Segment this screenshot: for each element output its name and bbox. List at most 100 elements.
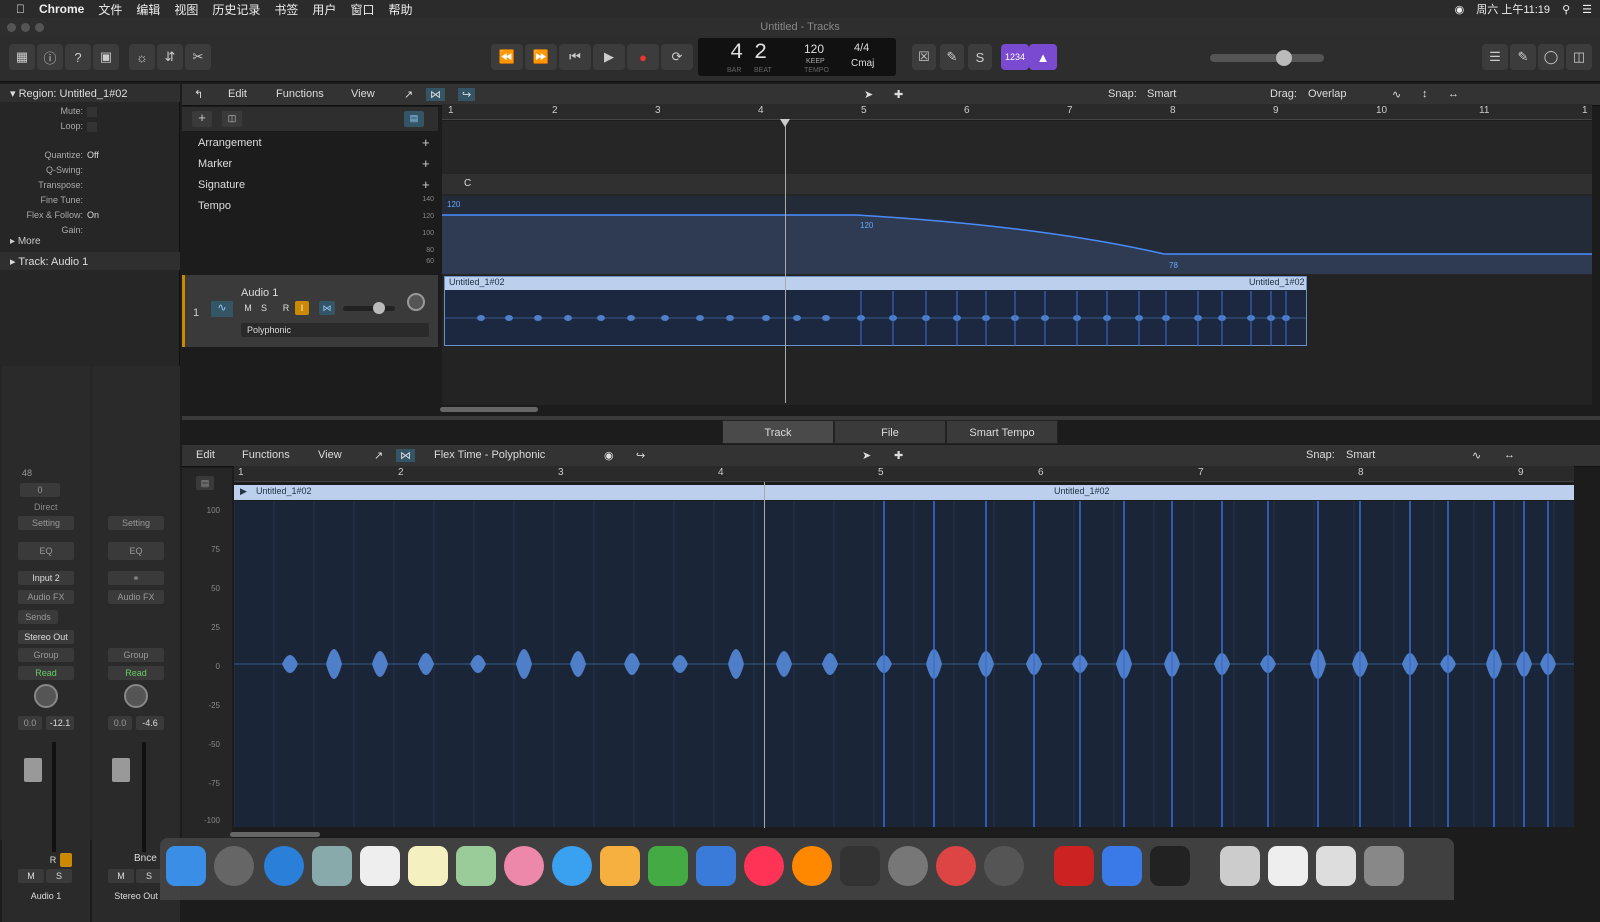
- rewind-button[interactable]: ⏪: [491, 44, 523, 70]
- inspector-row-finetune[interactable]: Fine Tune:: [0, 195, 180, 209]
- add-marker-icon[interactable]: +: [422, 156, 430, 171]
- browser-button[interactable]: ◫: [1566, 44, 1592, 70]
- region-header[interactable]: ▾ Region: Untitled_1#02: [0, 84, 180, 102]
- app-store-icon[interactable]: [552, 846, 592, 886]
- toolbar-button[interactable]: ▣: [93, 44, 119, 70]
- audio-fx-button[interactable]: Audio FX: [18, 590, 74, 604]
- flex-time-select[interactable]: Flex Time - Polyphonic: [434, 449, 545, 461]
- mail-icon[interactable]: [312, 846, 352, 886]
- menu-file[interactable]: 文件: [98, 1, 122, 18]
- menu-bookmarks[interactable]: 书签: [274, 1, 298, 18]
- track-record-button[interactable]: R: [279, 301, 293, 315]
- group-button-2[interactable]: Group: [108, 648, 164, 662]
- volume-fader[interactable]: [24, 758, 42, 782]
- editor-functions-menu[interactable]: Functions: [242, 449, 290, 461]
- editor-region-play-icon[interactable]: ▶: [240, 486, 247, 497]
- global-tracks-icon[interactable]: ▤: [404, 111, 424, 127]
- editor-divider[interactable]: [182, 416, 1600, 420]
- go-to-start-button[interactable]: ⏮: [559, 44, 591, 70]
- editor-waveform[interactable]: [234, 501, 1574, 827]
- automation-read-button[interactable]: Read: [18, 666, 74, 680]
- menu-view[interactable]: 视图: [174, 1, 198, 18]
- waveform-zoom-icon[interactable]: ∿: [1392, 88, 1401, 101]
- catch-icon[interactable]: ↪: [458, 88, 476, 101]
- pan-knob-2[interactable]: [124, 684, 148, 708]
- playhead-editor[interactable]: [764, 482, 765, 828]
- snap-select[interactable]: Smart: [1147, 88, 1176, 100]
- pan-knob[interactable]: [34, 684, 58, 708]
- flex-mode-select[interactable]: Polyphonic: [241, 323, 429, 337]
- loops-button[interactable]: ◯: [1538, 44, 1564, 70]
- pages-icon[interactable]: [600, 846, 640, 886]
- eq-button-2[interactable]: EQ: [108, 542, 164, 560]
- tracks-functions-menu[interactable]: Functions: [276, 88, 324, 100]
- edit-pencil-button[interactable]: ✎: [940, 44, 964, 70]
- record-button[interactable]: ●: [627, 44, 659, 70]
- keynote-icon[interactable]: [696, 846, 736, 886]
- tracks-ruler[interactable]: 1 2 3 4 5 6 7 8 9 10 11 1: [442, 104, 1592, 120]
- chrome-doc-icon[interactable]: [1316, 846, 1356, 886]
- numbers-icon[interactable]: [648, 846, 688, 886]
- signature-lane[interactable]: C: [442, 174, 1592, 194]
- chrome-icon[interactable]: [936, 846, 976, 886]
- marquee-tool-icon[interactable]: ✚: [894, 88, 903, 101]
- track-volume-knob[interactable]: [373, 302, 385, 314]
- editor-snap-select[interactable]: Smart: [1346, 449, 1375, 461]
- eq-button[interactable]: EQ: [18, 542, 74, 560]
- disclosure-icon[interactable]: ▾: [10, 88, 19, 100]
- zoom-button[interactable]: [35, 23, 44, 32]
- more-disclosure[interactable]: ▸ More: [10, 236, 41, 247]
- editor-region-header[interactable]: ▶ Untitled_1#02 Untitled_1#02: [234, 485, 1574, 500]
- mute-button-2[interactable]: M: [108, 869, 134, 883]
- mixer-button[interactable]: ⇵: [157, 44, 183, 70]
- bounce-button[interactable]: Bnce: [134, 853, 157, 864]
- editor-edit-menu[interactable]: Edit: [196, 449, 215, 461]
- wifi-icon[interactable]: ◉: [1455, 3, 1465, 16]
- tempo-curve[interactable]: [442, 196, 1592, 274]
- cycle-button[interactable]: ⟳: [661, 44, 693, 70]
- editor-region-icon[interactable]: ▤: [196, 476, 214, 490]
- metronome-icon[interactable]: ▲: [1029, 44, 1057, 70]
- track-name[interactable]: Audio 1: [241, 287, 278, 299]
- master-volume-knob[interactable]: [1276, 50, 1292, 66]
- track-pan-knob[interactable]: [407, 293, 425, 311]
- add-track-button[interactable]: +: [192, 111, 212, 127]
- input-monitor-button[interactable]: [60, 853, 72, 867]
- menu-edit[interactable]: 编辑: [136, 1, 160, 18]
- editor-ruler[interactable]: 1 2 3 4 5 6 7 8 9: [234, 466, 1574, 482]
- tempo-point-1[interactable]: 120: [447, 200, 460, 209]
- library-button[interactable]: ▦: [9, 44, 35, 70]
- clock[interactable]: 周六 上午11:19: [1476, 1, 1550, 17]
- maps-icon[interactable]: [456, 846, 496, 886]
- strip-val0[interactable]: 0: [20, 483, 60, 497]
- books-icon[interactable]: [792, 846, 832, 886]
- play-button[interactable]: ▶: [593, 44, 625, 70]
- global-arrangement[interactable]: Arrangement: [182, 133, 438, 153]
- calendar-icon[interactable]: [360, 846, 400, 886]
- track-volume-slider[interactable]: [343, 302, 395, 314]
- solo-strip-button-2[interactable]: S: [136, 869, 162, 883]
- editor-pointer-tool-icon[interactable]: ➤: [862, 449, 871, 462]
- photos-icon[interactable]: [504, 846, 544, 886]
- list-icon[interactable]: ☰: [1582, 3, 1592, 16]
- ev-icon[interactable]: [1054, 846, 1094, 886]
- system-preferences-icon[interactable]: [888, 846, 928, 886]
- input-button[interactable]: Input 2: [18, 571, 74, 585]
- table-app-icon[interactable]: [1102, 846, 1142, 886]
- close-button[interactable]: [7, 23, 16, 32]
- audio-fx-button-2[interactable]: Audio FX: [108, 590, 164, 604]
- strip-val48[interactable]: 48: [22, 468, 32, 478]
- forward-button[interactable]: ⏩: [525, 44, 557, 70]
- inspector-row-qswing[interactable]: Q-Swing:: [0, 165, 180, 179]
- volume-readout[interactable]: 0.0: [18, 716, 42, 730]
- tab-smart-tempo[interactable]: Smart Tempo: [946, 420, 1058, 444]
- setting-button[interactable]: Setting: [18, 516, 74, 530]
- menu-history[interactable]: 历史记录: [212, 1, 260, 18]
- record-enable-button[interactable]: R: [46, 853, 60, 867]
- inspector-row-mute[interactable]: Mute:: [0, 106, 180, 120]
- menu-users[interactable]: 用户: [312, 1, 336, 18]
- group-button[interactable]: Group: [18, 648, 74, 662]
- count-in-button[interactable]: 1234: [1001, 44, 1029, 70]
- tempo-point-3[interactable]: 78: [1169, 261, 1178, 270]
- track-flex-button[interactable]: ⋈: [319, 301, 335, 315]
